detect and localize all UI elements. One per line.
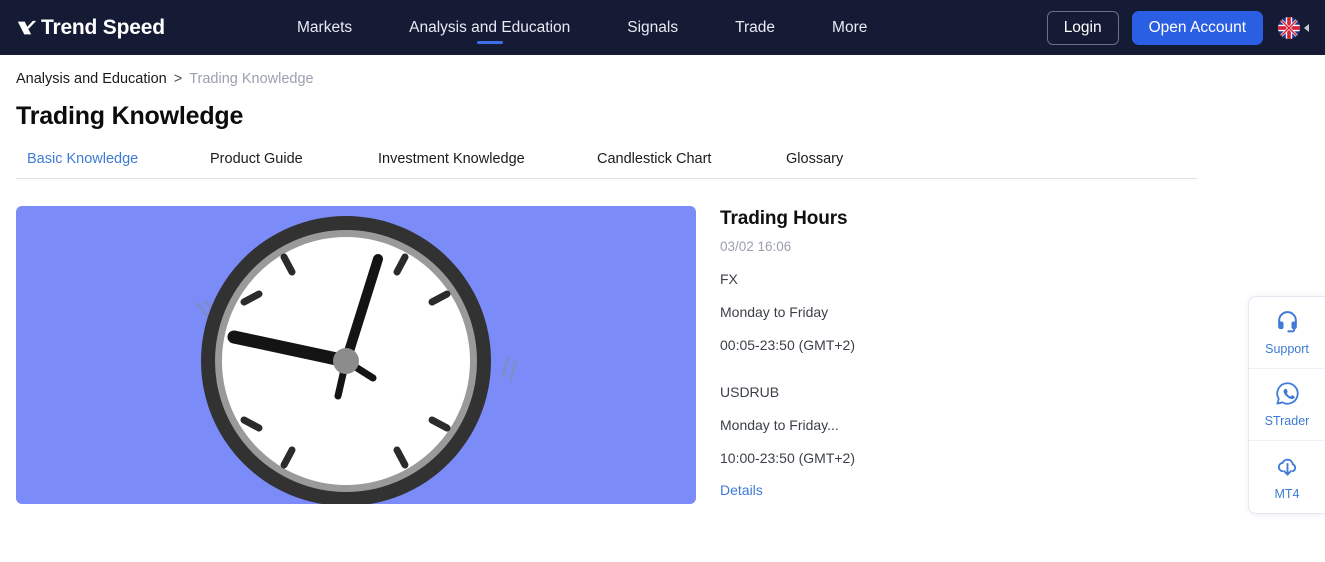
brand-logo[interactable]: Trend Speed <box>16 16 165 40</box>
cloud-download-icon <box>1275 454 1300 484</box>
breadcrumb-current: Trading Knowledge <box>189 71 314 87</box>
nav-label: Analysis and Education <box>409 18 571 36</box>
language-selector[interactable] <box>1278 16 1309 39</box>
nav-label: Markets <box>297 18 353 36</box>
open-account-button[interactable]: Open Account <box>1131 10 1263 45</box>
article-line-instrument-fx: FX <box>720 271 738 287</box>
header-actions: Login Open Account <box>1046 0 1309 55</box>
nav-item-analysis-and-education[interactable]: Analysis and Education <box>409 0 570 55</box>
side-item-label: STrader <box>1264 414 1310 429</box>
article-section: Trading Hours 03/02 16:06 FX Monday to F… <box>16 206 1197 504</box>
side-item-mt4[interactable]: MT4 <box>1249 441 1325 513</box>
brand-name: Trend Speed <box>41 15 165 39</box>
nav-item-more[interactable]: More <box>832 0 867 55</box>
side-item-label: Support <box>1265 342 1309 357</box>
tab-candlestick-chart[interactable]: Candlestick Chart <box>597 151 711 167</box>
nav-label: Signals <box>627 18 679 36</box>
article-line-usdrub-days: Monday to Friday... <box>720 417 839 433</box>
floating-support-widget: Support STrader MT4 <box>1248 296 1325 514</box>
page-title: Trading Knowledge <box>16 102 244 131</box>
tab-product-guide[interactable]: Product Guide <box>210 151 303 167</box>
login-button[interactable]: Login <box>1046 10 1119 45</box>
tab-basic-knowledge[interactable]: Basic Knowledge <box>27 151 138 167</box>
article-line-fx-hours: 00:05-23:50 (GMT+2) <box>720 337 856 353</box>
article-title: Trading Hours <box>720 208 848 229</box>
nav-item-markets[interactable]: Markets <box>297 0 352 55</box>
tab-bar: Basic Knowledge Product Guide Investment… <box>16 151 1309 178</box>
article-date: 03/02 16:06 <box>720 239 792 254</box>
alarm-clock-illustration <box>16 206 696 504</box>
tab-bar-divider <box>16 178 1197 179</box>
top-navigation-bar: Trend Speed Markets Analysis and Educati… <box>0 0 1325 55</box>
article-line-instrument-usdrub: USDRUB <box>720 384 780 400</box>
side-item-label: MT4 <box>1274 486 1300 501</box>
breadcrumb: Analysis and Education > Trading Knowled… <box>16 71 1309 88</box>
caret-left-icon <box>1304 23 1309 32</box>
details-link[interactable]: Details <box>720 482 763 498</box>
whatsapp-icon <box>1275 381 1300 411</box>
article-body: Trading Hours 03/02 16:06 FX Monday to F… <box>720 206 1197 504</box>
page-body: Analysis and Education > Trading Knowled… <box>0 71 1325 178</box>
nav-label: Trade <box>735 18 776 36</box>
nav-label: More <box>832 18 868 36</box>
article-line-usdrub-hours: 10:00-23:50 (GMT+2) <box>720 450 856 466</box>
tab-investment-knowledge[interactable]: Investment Knowledge <box>378 151 525 167</box>
side-item-support[interactable]: Support <box>1249 297 1325 369</box>
uk-flag-icon <box>1278 16 1300 39</box>
breadcrumb-separator: > <box>173 71 183 87</box>
breadcrumb-parent[interactable]: Analysis and Education <box>16 71 167 88</box>
main-nav: Markets Analysis and Education Signals T… <box>297 0 867 55</box>
tab-glossary[interactable]: Glossary <box>786 151 843 167</box>
x-logo-icon <box>16 17 38 39</box>
article-spacer <box>720 353 1197 367</box>
nav-item-signals[interactable]: Signals <box>627 0 678 55</box>
article-line-fx-days: Monday to Friday <box>720 304 829 320</box>
nav-item-trade[interactable]: Trade <box>735 0 775 55</box>
side-item-strader[interactable]: STrader <box>1249 369 1325 441</box>
headset-icon <box>1275 309 1300 339</box>
